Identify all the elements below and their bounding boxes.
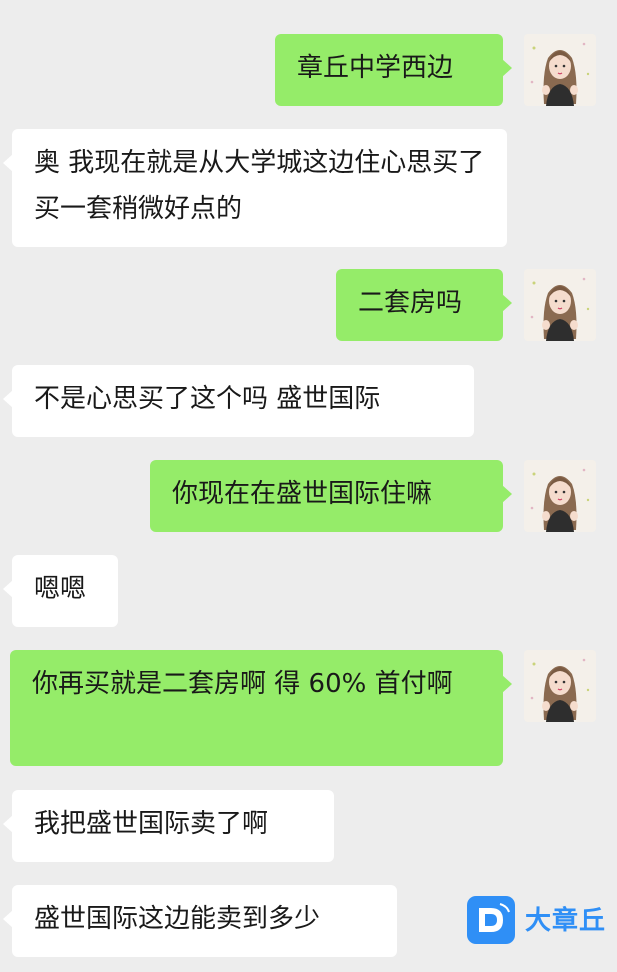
watermark: 大章丘: [467, 896, 617, 948]
message-bubble-sent[interactable]: 章丘中学西边: [275, 34, 512, 106]
avatar[interactable]: [524, 650, 596, 722]
message-bubble-sent[interactable]: 二套房吗: [336, 269, 512, 341]
message-bubble-sent[interactable]: 你现在在盛世国际住嘛: [150, 460, 512, 532]
avatar-girl-icon: [524, 650, 596, 722]
d-logo-icon: [467, 896, 515, 944]
watermark-text: 大章丘: [525, 906, 607, 936]
avatar[interactable]: [524, 34, 596, 106]
message-bubble-received[interactable]: 盛世国际这边能卖到多少: [3, 885, 397, 957]
message-bubble-received[interactable]: 奥 我现在就是从大学城这边住心思买了 买一套稍微好点的: [3, 129, 507, 247]
message-bubble-received[interactable]: 不是心思买了这个吗 盛世国际: [3, 365, 474, 437]
message-bubble-received[interactable]: 嗯嗯: [3, 555, 118, 627]
message-bubble-received[interactable]: 我把盛世国际卖了啊: [3, 790, 334, 862]
avatar[interactable]: [524, 460, 596, 532]
message-bubble-sent[interactable]: 你再买就是二套房啊 得 60% 首付啊: [10, 650, 512, 766]
avatar-girl-icon: [524, 460, 596, 532]
avatar-girl-icon: [524, 269, 596, 341]
avatar-girl-icon: [524, 34, 596, 106]
avatar[interactable]: [524, 269, 596, 341]
